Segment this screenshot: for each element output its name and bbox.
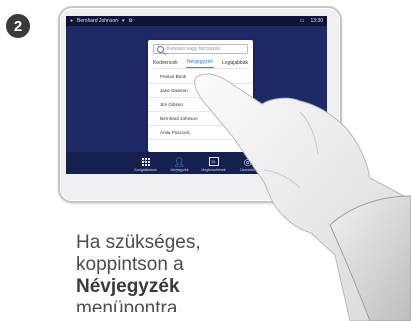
nav-meetings-button[interactable]: 31 Megbeszélések <box>197 155 231 172</box>
list-item[interactable]: Bernhard Johnson <box>148 112 253 126</box>
contact-list: Pentus Book Jane Dawson Jim Gibson Bernh… <box>148 70 253 140</box>
step-number-badge: 2 <box>6 14 30 38</box>
directory-tabs: Kedvencek Névjegyzék Legújabbak <box>152 58 249 69</box>
tab-recents[interactable]: Legújabbak <box>221 59 249 68</box>
nav-services-button[interactable]: Szolgáltatások <box>129 156 163 172</box>
screen-icon: ▭ <box>299 18 305 24</box>
tab-favorites[interactable]: Kedvencek <box>152 59 179 68</box>
grid-icon <box>141 158 150 166</box>
bottom-nav-bar: Szolgáltatások 👤︎ Névjegyzék 31 Megbeszé… <box>66 152 327 174</box>
directory-popup: Kedvencek Névjegyzék Legújabbak Pentus B… <box>148 40 253 152</box>
touch-panel-screen: ● Bernhard Johnson ▾ ⚙ ▭ 13:30 Kedvencek… <box>66 16 327 174</box>
caption-line-2: koppintson a <box>76 254 184 275</box>
status-time: 13:30 <box>310 18 323 24</box>
calendar-icon: 31 <box>208 157 219 166</box>
chevron-down-icon[interactable]: ▾ <box>122 18 125 24</box>
nav-messages-button[interactable]: ◎ Üzenetek <box>231 157 265 172</box>
caption-line-1: Ha szükséges, <box>76 232 201 253</box>
status-dot-icon: ● <box>70 18 74 24</box>
nav-directory-button[interactable]: 👤︎ Névjegyzék <box>163 157 197 172</box>
list-item[interactable]: Pentus Book <box>148 70 253 84</box>
tab-directory[interactable]: Névjegyzék <box>186 58 214 68</box>
instruction-caption: Ha szükséges, koppintson a Névjegyzék me… <box>76 232 201 312</box>
list-item[interactable]: Jim Gibson <box>148 98 253 112</box>
status-bar: ● Bernhard Johnson ▾ ⚙ ▭ 13:30 <box>66 16 327 26</box>
settings-gear-icon[interactable]: ⚙ <box>128 18 132 24</box>
messages-icon: ◎ <box>243 157 252 167</box>
caption-line-3-bold: Névjegyzék <box>76 276 180 297</box>
search-icon <box>157 45 164 53</box>
nav-label: Névjegyzék <box>170 168 189 172</box>
search-box[interactable] <box>153 44 248 54</box>
nav-label: Megbeszélések <box>201 168 226 172</box>
nav-label: Szolgáltatások <box>134 168 157 172</box>
list-item[interactable]: Jane Dawson <box>148 84 253 98</box>
contacts-icon: 👤︎ <box>173 157 186 167</box>
search-input[interactable] <box>167 45 244 53</box>
status-caller-name: Bernhard Johnson <box>77 18 118 24</box>
list-item[interactable]: Anita Puscovic <box>148 126 253 140</box>
caption-line-4: menüpontra. <box>76 298 183 312</box>
nav-label: Üzenetek <box>240 168 255 172</box>
